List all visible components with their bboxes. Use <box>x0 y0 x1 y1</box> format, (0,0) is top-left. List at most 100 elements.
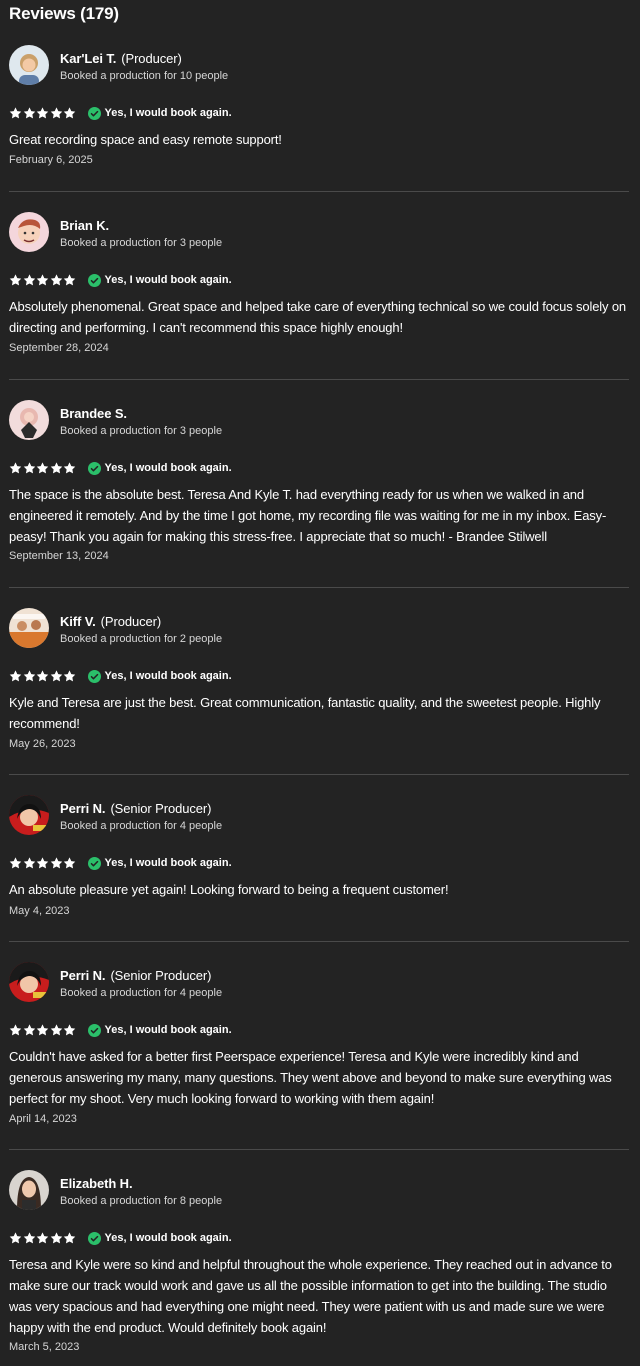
avatar-image <box>9 400 49 440</box>
rating-row: Yes, I would book again. <box>9 105 232 121</box>
book-again-label: Yes, I would book again. <box>104 1232 232 1244</box>
reviewer-role: (Senior Producer) <box>110 968 212 983</box>
review-text: Absolutely phenomenal. Great space and h… <box>9 299 627 335</box>
book-again-label: Yes, I would book again. <box>104 670 232 682</box>
star-icon <box>50 670 62 682</box>
reviewer-name-line: Kiff V. (Producer) <box>60 614 161 629</box>
reviewer-name: Brandee S. <box>60 406 127 421</box>
review-date: April 14, 2023 <box>9 1113 77 1125</box>
star-icon <box>36 274 49 286</box>
check-circle-icon <box>87 669 101 683</box>
star-icon <box>9 107 22 119</box>
avatar[interactable] <box>9 45 49 85</box>
booking-info: Booked a production for 10 people <box>60 70 229 82</box>
star-rating <box>9 107 77 119</box>
avatar[interactable] <box>9 795 49 835</box>
star-icon <box>36 1232 49 1244</box>
booking-info: Booked a production for 4 people <box>60 987 223 999</box>
star-icon <box>23 857 35 869</box>
avatar-image <box>9 1170 49 1210</box>
reviewer-role: (Senior Producer) <box>110 801 212 816</box>
review-date: February 6, 2025 <box>9 154 93 166</box>
star-icon <box>23 670 35 682</box>
avatar[interactable] <box>9 962 49 1002</box>
avatar[interactable] <box>9 400 49 440</box>
star-icon <box>9 670 22 682</box>
check-circle-icon <box>87 1023 101 1037</box>
star-icon <box>23 1024 35 1036</box>
star-icon <box>9 274 22 286</box>
review-date: September 13, 2024 <box>9 550 109 562</box>
check-circle-icon <box>87 856 101 870</box>
review-date: September 28, 2024 <box>9 342 109 354</box>
review-date: March 5, 2023 <box>9 1341 80 1353</box>
reviewer-name-line: Perri N. (Senior Producer) <box>60 801 211 816</box>
avatar-image <box>9 795 49 835</box>
avatar-image <box>9 962 49 1002</box>
star-icon <box>50 107 62 119</box>
check-circle-icon <box>87 1231 101 1245</box>
review-divider <box>9 379 629 380</box>
reviewer-name-line: Perri N. (Senior Producer) <box>60 968 211 983</box>
star-icon <box>63 274 76 286</box>
review-text: Great recording space and easy remote su… <box>9 132 282 147</box>
check-circle-icon <box>87 273 101 287</box>
reviewer-name-line: Elizabeth H. <box>60 1176 137 1191</box>
booking-info: Booked a production for 3 people <box>60 237 223 249</box>
book-again-label: Yes, I would book again. <box>104 462 232 474</box>
review-divider <box>9 774 629 775</box>
rating-row: Yes, I would book again. <box>9 855 232 871</box>
reviewer-name: Kiff V. <box>60 614 96 629</box>
avatar[interactable] <box>9 608 49 648</box>
review-text: Teresa and Kyle were so kind and helpful… <box>9 1257 612 1335</box>
star-icon <box>36 1024 49 1036</box>
star-rating <box>9 462 77 474</box>
rating-row: Yes, I would book again. <box>9 1230 232 1246</box>
reviewer-name-line: Kar'Lei T. (Producer) <box>60 51 182 66</box>
review-divider <box>9 941 629 942</box>
check-circle-icon <box>87 106 101 120</box>
star-icon <box>23 1232 35 1244</box>
star-icon <box>36 857 49 869</box>
reviewer-role: (Producer) <box>100 614 162 629</box>
rating-row: Yes, I would book again. <box>9 460 232 476</box>
review-divider <box>9 1149 629 1150</box>
reviewer-role: (Producer) <box>121 51 182 66</box>
star-icon <box>9 462 22 474</box>
check-circle-icon <box>87 461 101 475</box>
star-icon <box>23 107 35 119</box>
booking-info: Booked a production for 4 people <box>60 820 223 832</box>
avatar[interactable] <box>9 1170 49 1210</box>
book-again-label: Yes, I would book again. <box>104 274 232 286</box>
booking-info: Booked a production for 8 people <box>60 1195 223 1207</box>
star-icon <box>63 1024 76 1036</box>
star-icon <box>50 274 62 286</box>
star-icon <box>50 1024 62 1036</box>
avatar[interactable] <box>9 212 49 252</box>
star-icon <box>23 274 35 286</box>
reviewer-name: Perri N. <box>60 801 106 816</box>
review-text: Kyle and Teresa are just the best. Great… <box>9 695 601 731</box>
review-divider <box>9 587 629 588</box>
avatar-image <box>9 608 49 648</box>
reviewer-name: Kar'Lei T. <box>60 51 117 66</box>
star-rating <box>9 670 77 682</box>
reviewer-name: Brian K. <box>60 218 110 233</box>
star-icon <box>9 1024 22 1036</box>
review-date: May 4, 2023 <box>9 905 70 917</box>
star-icon <box>23 462 35 474</box>
rating-row: Yes, I would book again. <box>9 668 232 684</box>
review-text: Couldn't have asked for a better first P… <box>9 1049 612 1106</box>
star-icon <box>63 107 76 119</box>
review-divider <box>9 191 629 192</box>
reviewer-name-line: Brandee S. <box>60 406 132 421</box>
reviewer-name: Perri N. <box>60 968 106 983</box>
star-rating <box>9 1024 77 1036</box>
star-icon <box>36 462 49 474</box>
star-icon <box>9 857 22 869</box>
star-icon <box>50 462 62 474</box>
star-icon <box>63 462 76 474</box>
reviews-heading: Reviews (179) <box>9 4 119 23</box>
reviewer-name: Elizabeth H. <box>60 1176 133 1191</box>
star-icon <box>50 1232 62 1244</box>
